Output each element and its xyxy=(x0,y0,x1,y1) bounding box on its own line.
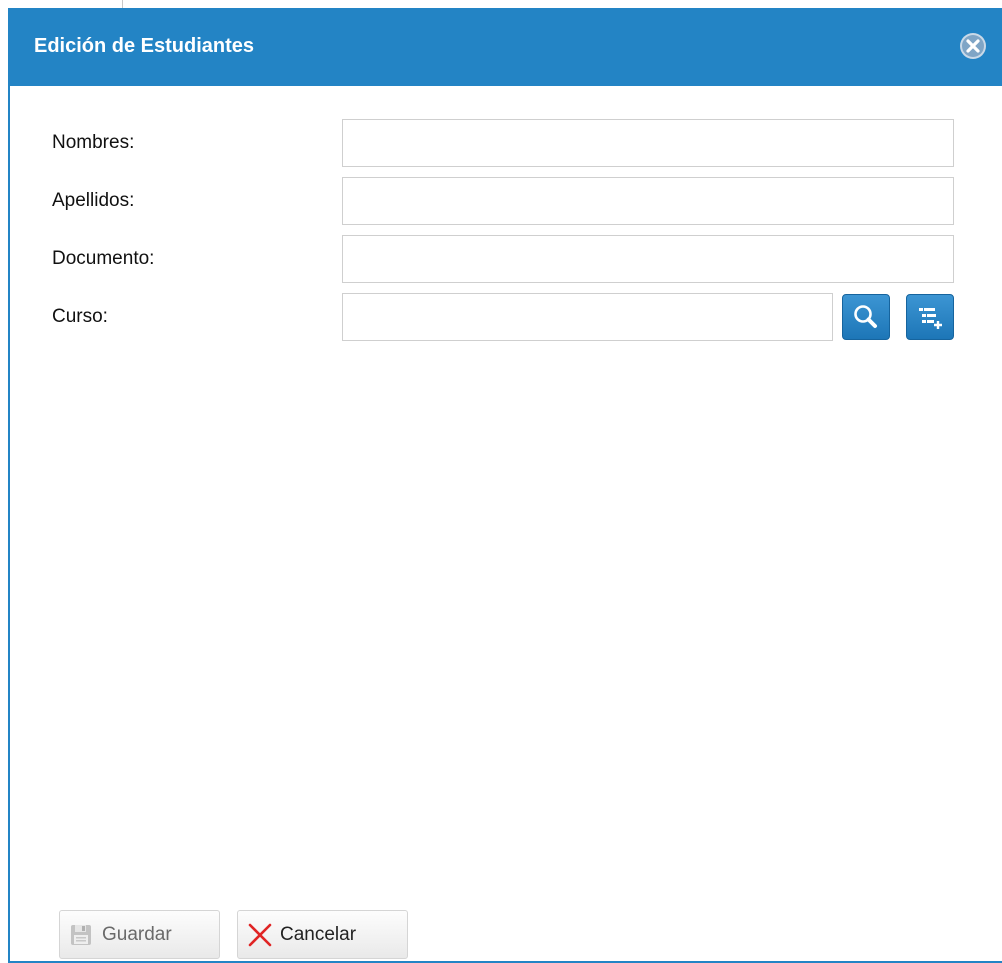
save-button[interactable]: Guardar xyxy=(59,910,220,959)
floppy-disk-icon xyxy=(71,925,91,945)
nombres-input[interactable] xyxy=(342,119,954,167)
edit-students-dialog: Edición de Estudiantes Nombres: Apellido… xyxy=(8,8,1002,963)
red-x-icon xyxy=(248,923,272,947)
dialog-title: Edición de Estudiantes xyxy=(34,35,255,57)
nombres-label: Nombres: xyxy=(52,132,135,153)
dialog-body: Nombres: Apellidos: Documento: Curso: xyxy=(10,86,1002,961)
background-divider xyxy=(122,0,123,8)
row-curso: Curso: xyxy=(10,293,1002,341)
curso-label: Curso: xyxy=(52,306,108,327)
add-list-icon xyxy=(919,308,942,329)
row-nombres: Nombres: xyxy=(10,119,1002,167)
dialog-titlebar[interactable]: Edición de Estudiantes xyxy=(8,8,1002,86)
documento-input[interactable] xyxy=(342,235,954,283)
apellidos-input[interactable] xyxy=(342,177,954,225)
curso-add-button[interactable] xyxy=(906,294,954,340)
cancel-button[interactable]: Cancelar xyxy=(237,910,408,959)
curso-search-button[interactable] xyxy=(842,294,890,340)
apellidos-label: Apellidos: xyxy=(52,190,135,211)
documento-label: Documento: xyxy=(52,248,155,269)
cancel-label: Cancelar xyxy=(280,924,357,945)
close-icon[interactable] xyxy=(959,32,987,60)
row-apellidos: Apellidos: xyxy=(10,177,1002,225)
search-icon xyxy=(854,305,877,328)
curso-input[interactable] xyxy=(342,293,833,341)
save-label: Guardar xyxy=(102,924,172,945)
row-documento: Documento: xyxy=(10,235,1002,283)
